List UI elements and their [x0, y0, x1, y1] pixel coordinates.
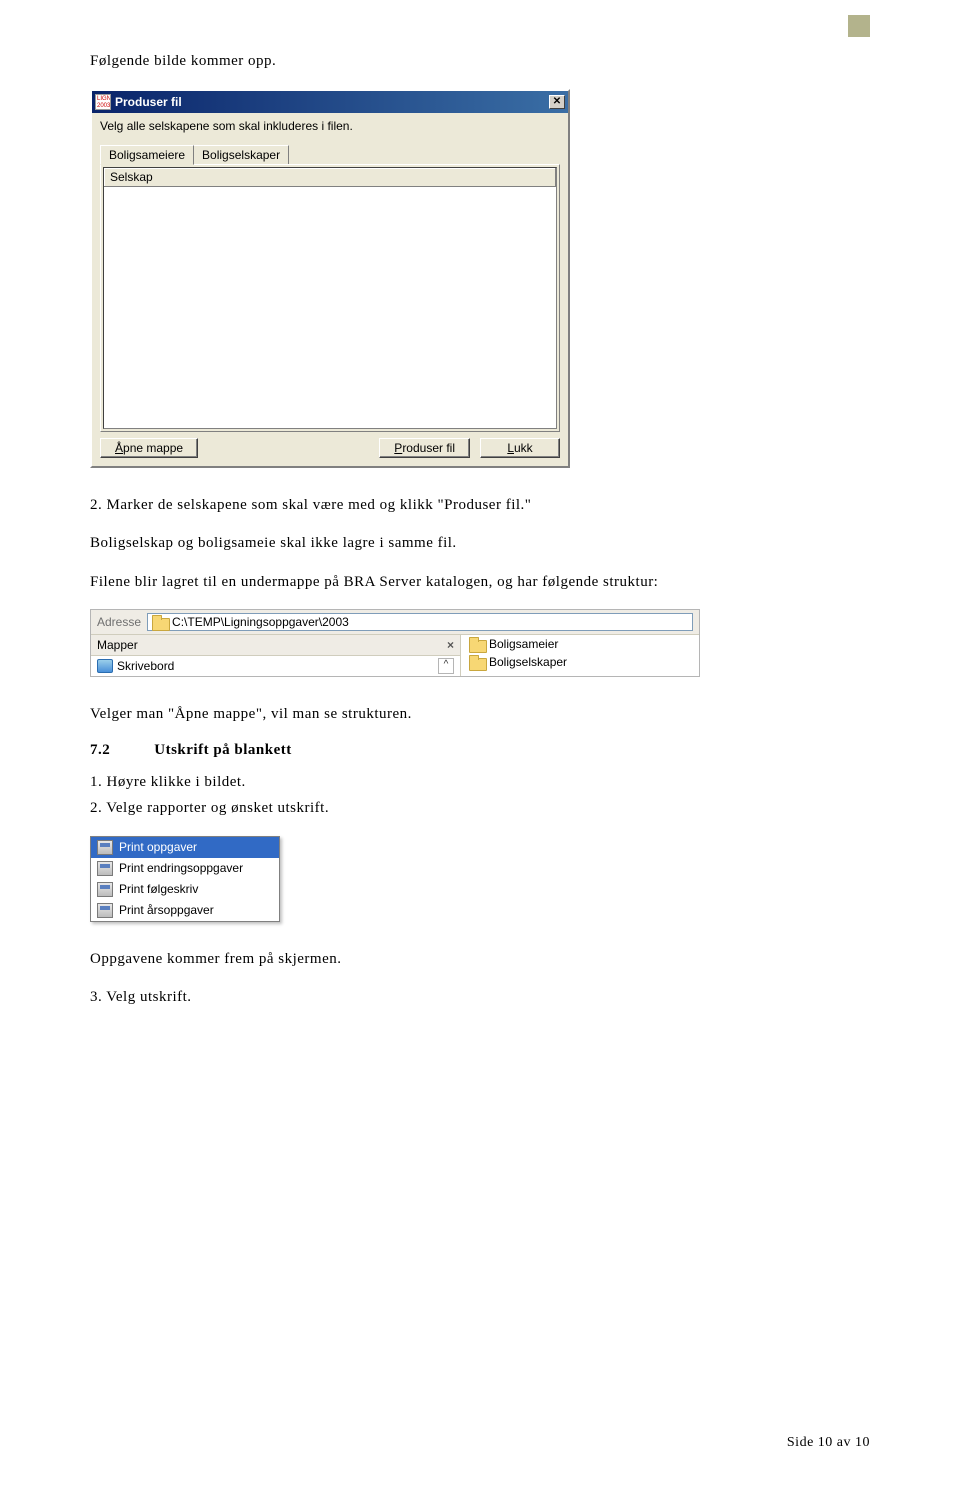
menu-print-endringsoppgaver[interactable]: Print endringsoppgaver — [91, 858, 279, 879]
menu-label-0: Print oppgaver — [119, 840, 197, 854]
dialog-tabs: Boligsameiere Boligselskaper — [100, 145, 560, 164]
report-icon — [97, 861, 113, 876]
page-footer: Side 10 av 10 — [787, 1435, 870, 1451]
folder-label-1: Boligselskaper — [489, 655, 567, 669]
print-context-menu: Print oppgaver Print endringsoppgaver Pr… — [90, 836, 280, 922]
menu-label-2: Print følgeskriv — [119, 882, 198, 896]
para3: Filene blir lagret til en undermappe på … — [90, 571, 870, 594]
address-label: Adresse — [97, 615, 141, 629]
close-pane-icon[interactable]: × — [447, 638, 454, 652]
folders-pane-title: Mapper — [97, 638, 138, 652]
para2-line1: 2. Marker de selskapene som skal være me… — [90, 494, 870, 517]
selskap-listbox[interactable]: Selskap — [103, 167, 557, 429]
folder-icon — [469, 655, 485, 669]
folders-pane: Mapper × Skrivebord ^ — [91, 635, 461, 676]
tab-panel: Selskap — [100, 164, 560, 432]
menu-print-aarsoppgaver[interactable]: Print årsoppgaver — [91, 900, 279, 921]
btn-open-rest: pne mappe — [123, 441, 183, 455]
section-item2: 2. Velge rapporter og ønsket utskrift. — [90, 797, 870, 820]
folder-boligsameier[interactable]: Boligsameier — [461, 635, 699, 653]
explorer-snippet: Adresse C:\TEMP\Ligningsoppgaver\2003 Ma… — [90, 609, 700, 677]
section-number: 7.2 — [90, 742, 150, 759]
dialog-title: Produser fil — [115, 95, 549, 109]
menu-label-1: Print endringsoppgaver — [119, 861, 243, 875]
files-pane: Boligsameier Boligselskaper — [461, 635, 699, 676]
report-icon — [97, 882, 113, 897]
open-folder-button[interactable]: Åpne mappe — [100, 438, 198, 458]
scroll-up-icon[interactable]: ^ — [438, 658, 454, 674]
close-icon[interactable]: ✕ — [549, 95, 565, 109]
section-item1: 1. Høyre klikke i bildet. — [90, 771, 870, 794]
para4: Velger man "Åpne mappe", vil man se stru… — [90, 703, 870, 726]
folder-label-0: Boligsameier — [489, 637, 558, 651]
page-corner-decor — [848, 15, 870, 37]
menu-print-folgeskriv[interactable]: Print følgeskriv — [91, 879, 279, 900]
section-heading: 7.2 Utskrift på blankett — [90, 742, 870, 759]
tree-desktop-label: Skrivebord — [117, 659, 174, 673]
folder-icon — [152, 615, 168, 629]
para6: 3. Velg utskrift. — [90, 986, 870, 1009]
close-button[interactable]: Lukk — [480, 438, 560, 458]
address-bar: Adresse C:\TEMP\Ligningsoppgaver\2003 — [91, 610, 699, 635]
dialog-titlebar: LIGN 2003 Produser fil ✕ — [92, 91, 568, 113]
section-title: Utskrift på blankett — [154, 742, 292, 758]
folder-boligselskaper[interactable]: Boligselskaper — [461, 653, 699, 671]
para2-line2: Boligselskap og boligsameie skal ikke la… — [90, 532, 870, 555]
address-input[interactable]: C:\TEMP\Ligningsoppgaver\2003 — [147, 613, 693, 631]
folder-icon — [469, 637, 485, 651]
btn-produce-rest: roduser fil — [402, 441, 455, 455]
address-path: C:\TEMP\Ligningsoppgaver\2003 — [172, 615, 349, 629]
tree-desktop-row[interactable]: Skrivebord ^ — [91, 656, 460, 676]
app-icon: LIGN 2003 — [95, 94, 111, 110]
para5: Oppgavene kommer frem på skjermen. — [90, 948, 870, 971]
report-icon — [97, 903, 113, 918]
tab-boligselskaper[interactable]: Boligselskaper — [193, 145, 289, 164]
report-icon — [97, 840, 113, 855]
produser-fil-dialog: LIGN 2003 Produser fil ✕ Velg alle selsk… — [90, 89, 570, 468]
intro-text: Følgende bilde kommer opp. — [90, 50, 870, 73]
column-header-selskap: Selskap — [104, 168, 556, 187]
tab-boligsameiere[interactable]: Boligsameiere — [100, 145, 194, 165]
produce-file-button[interactable]: Produser fil — [379, 438, 470, 458]
menu-print-oppgaver[interactable]: Print oppgaver — [91, 837, 279, 858]
dialog-instruction: Velg alle selskapene som skal inkluderes… — [92, 113, 568, 141]
desktop-icon — [97, 659, 113, 673]
menu-label-3: Print årsoppgaver — [119, 903, 214, 917]
btn-close-rest: ukk — [514, 441, 533, 455]
